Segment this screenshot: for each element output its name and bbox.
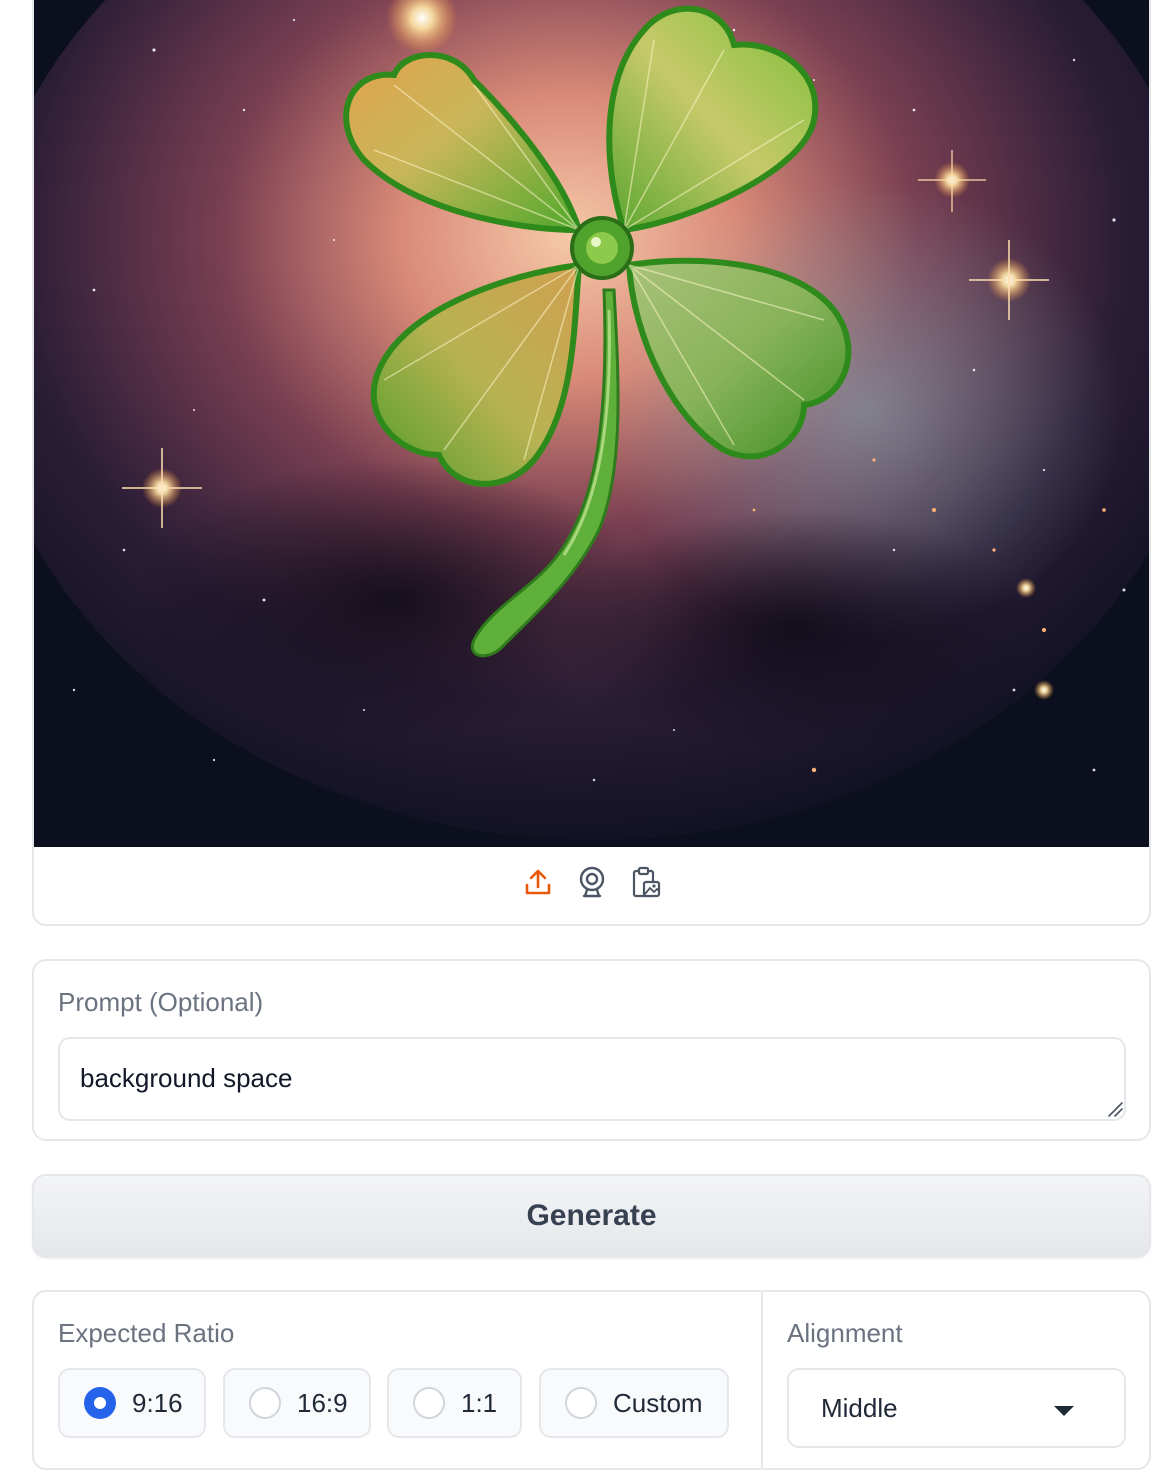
upload-icon xyxy=(525,869,550,895)
radio-checked-icon xyxy=(84,1387,116,1419)
ratio-option-1-1[interactable]: 1:1 xyxy=(387,1368,522,1438)
upload-button[interactable] xyxy=(522,865,554,899)
ratio-option-16-9[interactable]: 16:9 xyxy=(223,1368,371,1438)
prompt-textarea[interactable] xyxy=(58,1037,1126,1121)
ratio-option-label: 1:1 xyxy=(461,1387,498,1418)
options-divider xyxy=(761,1292,763,1468)
prompt-label: Prompt (Optional) xyxy=(58,987,264,1017)
options-panel: Expected Ratio 9:16 16:9 1:1 Custom Alig… xyxy=(32,1290,1151,1470)
resize-grip-icon[interactable] xyxy=(1107,1101,1123,1117)
uploaded-image[interactable] xyxy=(34,0,1149,847)
prompt-panel: Prompt (Optional) xyxy=(32,959,1151,1141)
ratio-option-custom[interactable]: Custom xyxy=(539,1368,729,1438)
ratio-option-9-16[interactable]: 9:16 xyxy=(58,1368,206,1438)
image-source-toolbar xyxy=(34,847,1149,917)
radio-unchecked-icon xyxy=(565,1387,597,1419)
alignment-dropdown[interactable]: Middle xyxy=(787,1368,1126,1448)
ratio-option-label: Custom xyxy=(613,1387,703,1418)
radio-unchecked-icon xyxy=(413,1387,445,1419)
expected-ratio-label: Expected Ratio xyxy=(58,1318,235,1348)
chevron-down-icon xyxy=(1054,1406,1074,1416)
webcam-icon xyxy=(579,866,604,898)
generate-button[interactable]: Generate xyxy=(32,1174,1151,1258)
clipboard-paste-button[interactable] xyxy=(630,865,662,899)
alignment-label: Alignment xyxy=(787,1318,903,1348)
clipboard-image-icon xyxy=(632,866,660,898)
ratio-option-label: 9:16 xyxy=(132,1387,183,1418)
clover-space-image xyxy=(34,0,1149,847)
webcam-button[interactable] xyxy=(576,865,608,899)
radio-unchecked-icon xyxy=(249,1387,281,1419)
ratio-option-label: 16:9 xyxy=(297,1387,348,1418)
alignment-selected-value: Middle xyxy=(821,1392,898,1423)
image-input-panel xyxy=(32,0,1151,926)
